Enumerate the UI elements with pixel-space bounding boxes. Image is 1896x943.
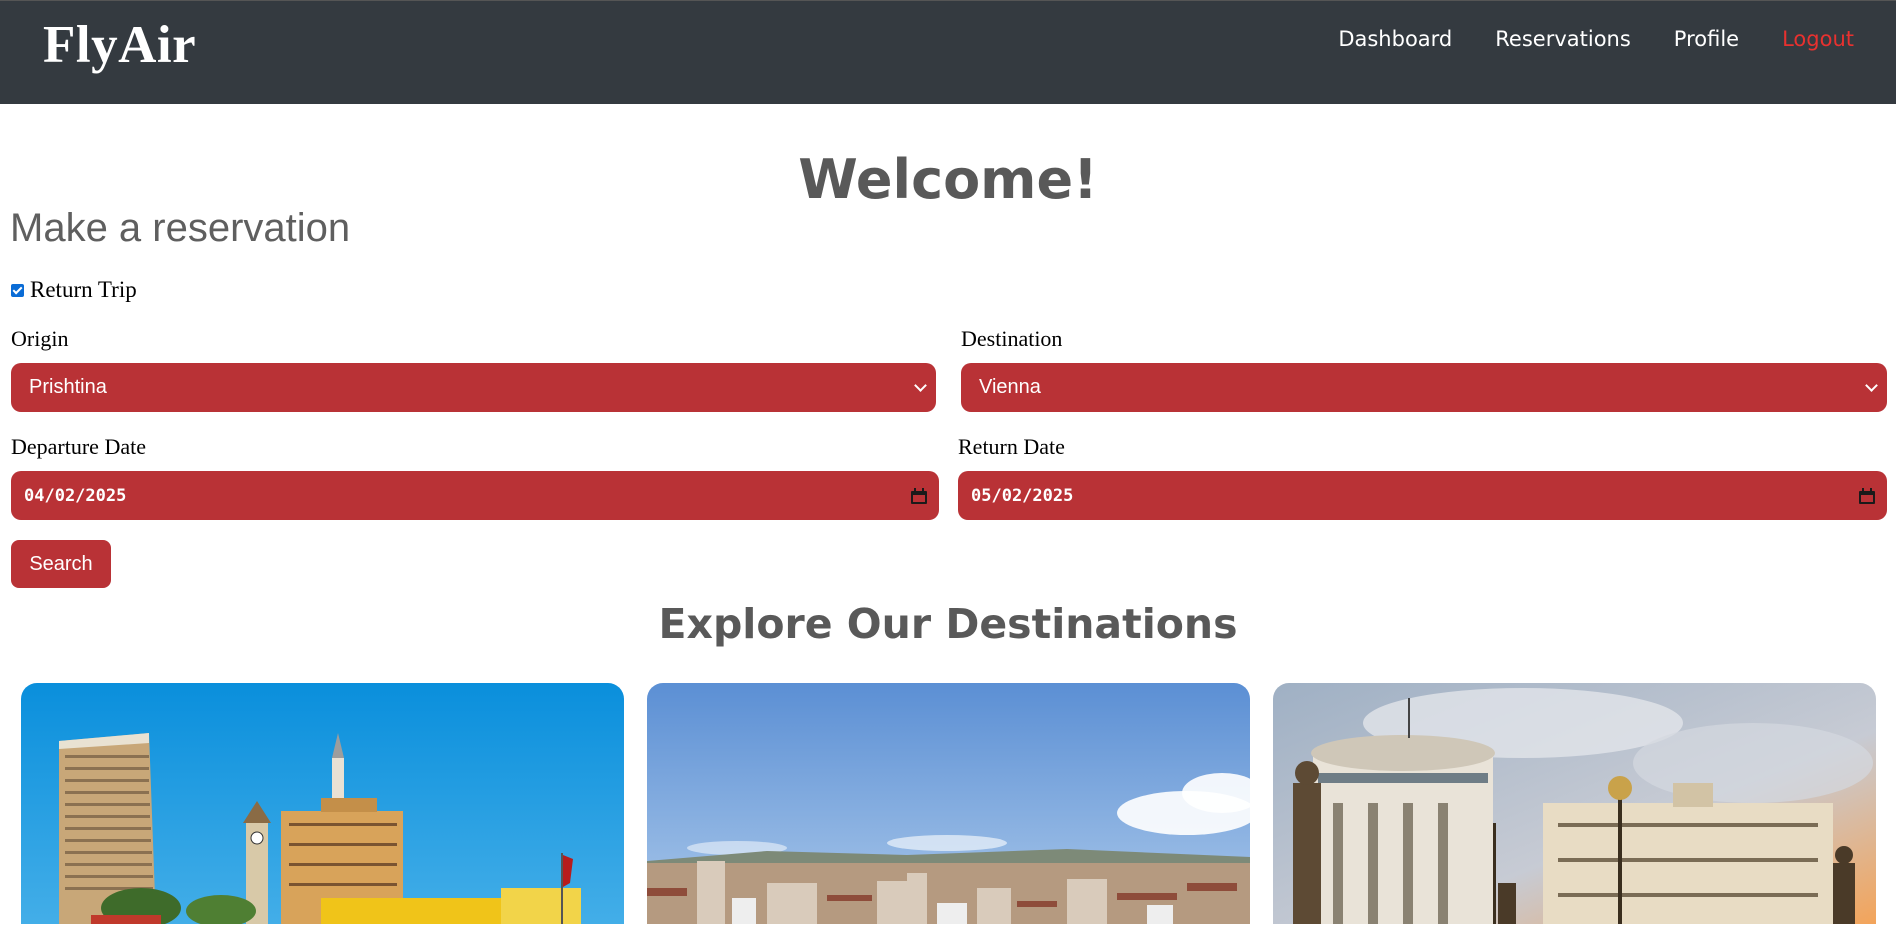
prishtina-photo xyxy=(647,683,1250,924)
destination-value: Vienna xyxy=(979,376,1041,398)
nav-dashboard-link[interactable]: Dashboard xyxy=(1338,27,1452,51)
departure-date-input[interactable]: 04/02/2025 xyxy=(11,471,939,520)
return-trip-option[interactable]: Return Trip xyxy=(11,277,137,303)
nav-reservations-link[interactable]: Reservations xyxy=(1495,27,1631,51)
destination-card-image-prishtina[interactable] xyxy=(647,683,1250,943)
calendar-icon[interactable] xyxy=(911,487,927,504)
calendar-icon[interactable] xyxy=(1859,487,1875,504)
destination-label: Destination xyxy=(961,326,1063,351)
return-trip-label: Return Trip xyxy=(30,277,137,302)
tirana-photo xyxy=(21,683,624,928)
return-date-value: 05/02/2025 xyxy=(971,485,1074,506)
chevron-down-icon xyxy=(914,378,927,392)
welcome-heading: Welcome! xyxy=(798,148,1098,211)
chevron-down-icon xyxy=(1865,378,1878,392)
destination-card-image-skopje[interactable] xyxy=(1273,683,1876,943)
nav-links: Dashboard Reservations Profile Logout xyxy=(1338,27,1854,51)
brand-logo[interactable]: FlyAir xyxy=(43,15,196,75)
reservation-title: Make a reservation xyxy=(10,206,351,250)
explore-heading: Explore Our Destinations xyxy=(658,600,1238,648)
navbar: FlyAir Dashboard Reservations Profile Lo… xyxy=(0,0,1896,104)
departure-date-label: Departure Date xyxy=(11,434,146,459)
skopje-photo xyxy=(1273,683,1876,924)
departure-date-value: 04/02/2025 xyxy=(24,485,127,506)
return-date-label: Return Date xyxy=(958,434,1065,459)
origin-select[interactable]: Prishtina xyxy=(11,363,936,412)
nav-logout-link[interactable]: Logout xyxy=(1782,27,1854,51)
return-trip-checkbox[interactable] xyxy=(11,283,24,297)
search-button[interactable]: Search xyxy=(11,540,111,588)
origin-value: Prishtina xyxy=(29,376,107,398)
origin-label: Origin xyxy=(11,326,69,351)
return-date-input[interactable]: 05/02/2025 xyxy=(958,471,1887,520)
destination-card-image-tirana[interactable] xyxy=(21,683,624,943)
nav-profile-link[interactable]: Profile xyxy=(1674,27,1739,51)
destination-select[interactable]: Vienna xyxy=(961,363,1887,412)
